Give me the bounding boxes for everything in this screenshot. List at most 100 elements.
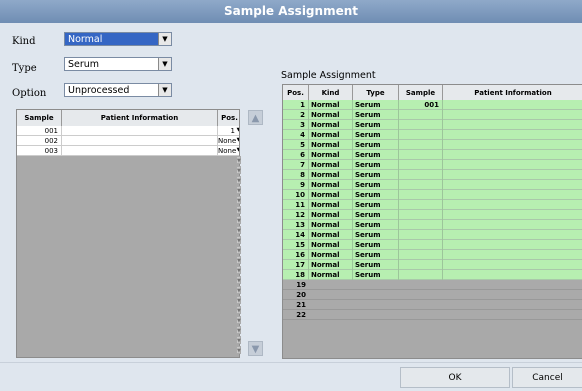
kind-cell: Normal bbox=[309, 210, 353, 220]
pos-cell: 9 bbox=[283, 180, 309, 190]
sample-no-cell bbox=[399, 130, 443, 140]
kind-cell: Normal bbox=[309, 140, 353, 150]
kind-cell bbox=[309, 300, 353, 310]
type-cell: Serum bbox=[353, 260, 399, 270]
patient-info-cell bbox=[443, 220, 582, 230]
sample-list-table: Sample No. Patient Information Pos. 001 … bbox=[16, 109, 240, 358]
chevron-down-icon[interactable]: ▼ bbox=[236, 146, 239, 155]
chevron-down-icon: ▼ bbox=[236, 186, 241, 194]
chevron-down-icon[interactable]: ▼ bbox=[236, 126, 239, 135]
sample-no-cell: 002 bbox=[17, 136, 62, 146]
patient-info-cell[interactable] bbox=[62, 146, 218, 156]
patient-info-cell[interactable] bbox=[62, 126, 218, 136]
table-row[interactable]: 20 bbox=[283, 290, 582, 300]
chevron-down-icon: ▼ bbox=[236, 216, 241, 224]
sample-no-cell bbox=[399, 250, 443, 260]
patient-info-cell bbox=[443, 170, 582, 180]
type-value: Serum bbox=[68, 59, 100, 70]
chevron-down-icon: ▼ bbox=[236, 226, 241, 234]
sample-no-cell bbox=[399, 300, 443, 310]
type-cell: Serum bbox=[353, 150, 399, 160]
header-type[interactable]: Type bbox=[353, 85, 399, 101]
table-row[interactable]: 10 Normal Serum bbox=[283, 190, 582, 200]
type-label: Type bbox=[12, 63, 37, 74]
type-cell: Serum bbox=[353, 160, 399, 170]
header-sample-no[interactable]: Sample No. bbox=[17, 110, 62, 138]
table-row[interactable]: 16 Normal Serum bbox=[283, 250, 582, 260]
table-row[interactable]: 12 Normal Serum bbox=[283, 210, 582, 220]
kind-cell: Normal bbox=[309, 190, 353, 200]
header-pos[interactable]: Pos. bbox=[218, 110, 239, 126]
chevron-down-icon[interactable]: ▼ bbox=[158, 84, 171, 96]
chevron-down-icon: ▼ bbox=[236, 346, 241, 354]
table-row[interactable]: 5 Normal Serum bbox=[283, 140, 582, 150]
table-row[interactable]: 8 Normal Serum bbox=[283, 170, 582, 180]
header-pos[interactable]: Pos. bbox=[283, 85, 309, 101]
option-label: Option bbox=[12, 88, 47, 99]
pos-value: 1 bbox=[230, 127, 235, 135]
header-kind[interactable]: Kind bbox=[309, 85, 353, 101]
table-row[interactable]: 11 Normal Serum bbox=[283, 200, 582, 210]
header-patient-info[interactable]: Patient Information bbox=[443, 85, 582, 101]
table-row[interactable]: 21 bbox=[283, 300, 582, 310]
pos-value: None bbox=[218, 147, 237, 155]
move-down-button[interactable]: ▼ bbox=[248, 341, 263, 356]
kind-cell: Normal bbox=[309, 150, 353, 160]
chevron-down-icon[interactable]: ▼ bbox=[236, 136, 239, 145]
move-up-button[interactable]: ▲ bbox=[248, 110, 263, 125]
table-row[interactable]: 1 Normal Serum 001 bbox=[283, 100, 582, 110]
sample-no-cell bbox=[399, 230, 443, 240]
sample-no-cell bbox=[399, 160, 443, 170]
patient-info-cell[interactable] bbox=[62, 136, 218, 146]
sample-no-cell: 001 bbox=[17, 126, 62, 136]
pos-cell: 14 bbox=[283, 230, 309, 240]
pos-dropdown[interactable]: 1 ▼ bbox=[218, 126, 239, 136]
kind-cell: Normal bbox=[309, 260, 353, 270]
patient-info-cell bbox=[443, 130, 582, 140]
pos-dropdown[interactable]: None ▼ bbox=[218, 146, 239, 156]
chevron-down-icon[interactable]: ▼ bbox=[158, 33, 171, 45]
chevron-down-icon: ▼ bbox=[236, 196, 241, 204]
header-sample-no[interactable]: Sample No. bbox=[399, 85, 443, 113]
table-row[interactable]: 3 Normal Serum bbox=[283, 120, 582, 130]
table-row[interactable]: 6 Normal Serum bbox=[283, 150, 582, 160]
ok-button[interactable]: OK bbox=[400, 367, 510, 388]
chevron-down-icon: ▼ bbox=[236, 316, 241, 324]
patient-info-cell bbox=[443, 230, 582, 240]
kind-value: Normal bbox=[68, 34, 103, 45]
type-cell bbox=[353, 310, 399, 320]
type-cell bbox=[353, 290, 399, 300]
cancel-button[interactable]: Cancel bbox=[512, 367, 582, 388]
assignment-title: Sample Assignment bbox=[281, 70, 376, 81]
chevron-down-icon: ▼ bbox=[236, 296, 241, 304]
sample-no-cell bbox=[399, 190, 443, 200]
kind-cell: Normal bbox=[309, 200, 353, 210]
table-row[interactable]: 003 None ▼ bbox=[17, 146, 239, 156]
type-dropdown[interactable]: Serum ▼ bbox=[64, 57, 172, 71]
header-patient-info[interactable]: Patient Information bbox=[62, 110, 218, 126]
kind-cell: Normal bbox=[309, 240, 353, 250]
chevron-down-icon[interactable]: ▼ bbox=[158, 58, 171, 70]
table-row[interactable]: 4 Normal Serum bbox=[283, 130, 582, 140]
table-row[interactable]: 7 Normal Serum bbox=[283, 160, 582, 170]
kind-dropdown[interactable]: Normal ▼ bbox=[64, 32, 172, 46]
patient-info-cell bbox=[443, 190, 582, 200]
patient-info-cell bbox=[443, 280, 582, 290]
table-row[interactable]: 14 Normal Serum bbox=[283, 230, 582, 240]
table-row[interactable]: 18 Normal Serum bbox=[283, 270, 582, 280]
pos-dropdown[interactable]: None ▼ bbox=[218, 136, 239, 146]
table-row[interactable]: 22 bbox=[283, 310, 582, 320]
table-row[interactable]: 13 Normal Serum bbox=[283, 220, 582, 230]
table-row[interactable]: 17 Normal Serum bbox=[283, 260, 582, 270]
table-row[interactable]: 19 bbox=[283, 280, 582, 290]
pos-value: None bbox=[218, 137, 237, 145]
kind-cell bbox=[309, 310, 353, 320]
assignment-header: Pos. Kind Type Sample No. Patient Inform… bbox=[283, 85, 582, 113]
table-row[interactable]: 15 Normal Serum bbox=[283, 240, 582, 250]
table-row[interactable]: 001 1 ▼ bbox=[17, 126, 239, 136]
table-row[interactable]: 002 None ▼ bbox=[17, 136, 239, 146]
table-row[interactable]: 9 Normal Serum bbox=[283, 180, 582, 190]
table-row[interactable]: 2 Normal Serum bbox=[283, 110, 582, 120]
option-dropdown[interactable]: Unprocessed ▼ bbox=[64, 83, 172, 97]
pos-cell: 22 bbox=[296, 311, 306, 319]
